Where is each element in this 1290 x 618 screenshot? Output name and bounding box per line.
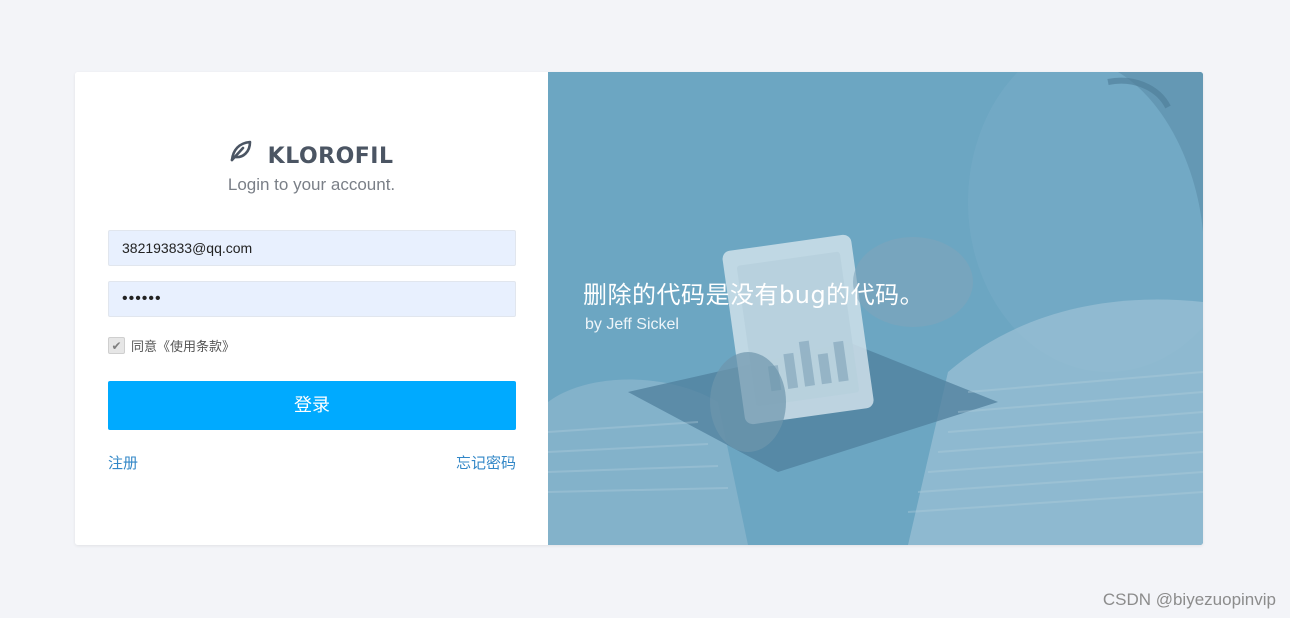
login-card: KLOROFIL Login to your account. 38219383… xyxy=(75,72,1203,545)
hero-author: by Jeff Sickel xyxy=(585,316,679,333)
hero-quote: 删除的代码是没有bug的代码。 xyxy=(583,281,925,309)
leaf-icon xyxy=(229,140,253,168)
email-input[interactable]: 382193833@qq.com xyxy=(108,230,516,266)
brand-name: KLOROFIL xyxy=(267,143,394,169)
login-button[interactable]: 登录 xyxy=(108,381,516,430)
terms-checkbox[interactable]: ✔ xyxy=(108,337,125,354)
terms-agreement[interactable]: ✔ 同意《使用条款》 xyxy=(108,336,235,355)
brand-logo: KLOROFIL xyxy=(75,140,548,170)
password-input[interactable]: •••••• xyxy=(108,281,516,317)
register-link[interactable]: 注册 xyxy=(108,452,138,473)
forgot-password-link[interactable]: 忘记密码 xyxy=(456,452,516,473)
check-icon: ✔ xyxy=(111,338,122,353)
login-panel: KLOROFIL Login to your account. 38219383… xyxy=(75,72,548,545)
watermark: CSDN @biyezuopinvip xyxy=(1102,590,1276,609)
terms-label: 同意《使用条款》 xyxy=(131,340,236,355)
login-tagline: Login to your account. xyxy=(227,175,396,194)
hero-panel: 删除的代码是没有bug的代码。 by Jeff Sickel xyxy=(548,72,1203,545)
